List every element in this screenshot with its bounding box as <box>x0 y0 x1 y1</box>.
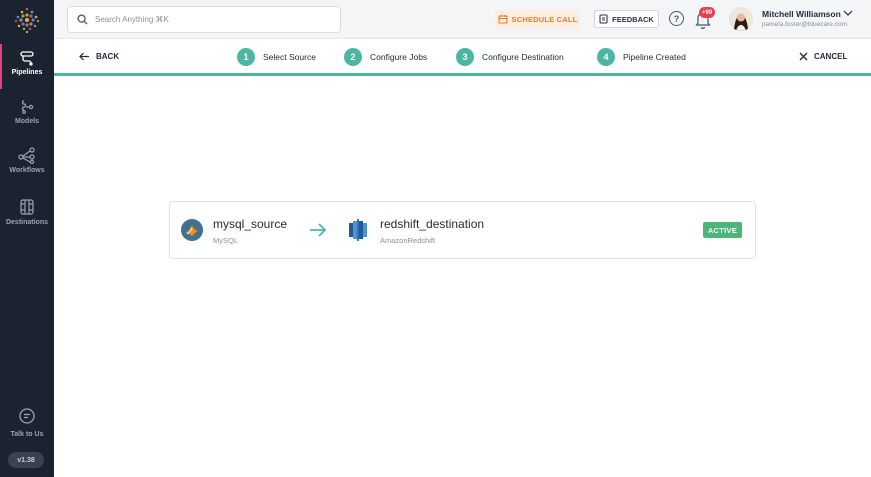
talk-to-us-label: Talk to Us <box>10 431 44 438</box>
top-bar: SCHEDULE CALL FEEDBACK ? +99 Mitchell Wi… <box>54 0 871 39</box>
status-badge: ACTIVE <box>703 222 742 238</box>
avatar-icon <box>729 7 753 31</box>
wizard-progress-line <box>54 73 871 76</box>
sidebar-item-label: Pipelines <box>11 69 43 76</box>
user-name[interactable]: Mitchell Williamson <box>762 9 841 19</box>
step-number: 3 <box>456 48 474 66</box>
step-label: Configure Destination <box>482 52 564 62</box>
feedback-label: FEEDBACK <box>612 14 654 24</box>
chevron-down-icon[interactable] <box>843 9 853 17</box>
step-number: 2 <box>344 48 362 66</box>
step-label: Configure Jobs <box>370 52 428 62</box>
sidebar: Pipelines Models Workflows Destinations … <box>0 0 54 477</box>
notification-count-badge: +99 <box>699 7 716 18</box>
app-logo-icon[interactable] <box>13 6 41 34</box>
models-icon <box>21 100 34 114</box>
search-box[interactable] <box>67 6 341 33</box>
back-button[interactable]: BACK <box>79 52 119 61</box>
wizard-step-3: 3 Configure Destination <box>456 48 564 66</box>
sidebar-item-destinations[interactable]: Destinations <box>0 198 54 226</box>
close-icon <box>799 52 808 61</box>
workflows-icon <box>18 147 35 164</box>
destinations-icon <box>20 199 34 215</box>
arrow-right-icon <box>310 223 327 237</box>
destination-type: AmazonRedshift <box>380 236 436 245</box>
avatar[interactable] <box>729 7 753 31</box>
pipeline-card[interactable]: mysql_source MySQL redshift_destination … <box>169 201 756 259</box>
cancel-label: CANCEL <box>814 52 848 61</box>
step-label: Select Source <box>263 52 316 62</box>
sidebar-item-label: Models <box>14 118 40 125</box>
version-badge: v1.38 <box>8 452 44 468</box>
talk-to-us-button[interactable]: Talk to Us <box>0 407 54 438</box>
step-label: Pipeline Created <box>623 52 686 62</box>
wizard-step-2: 2 Configure Jobs <box>344 48 427 66</box>
mysql-icon <box>181 219 203 241</box>
user-email: pamela.foster@bluecare.com <box>762 21 847 28</box>
back-label: BACK <box>96 52 120 61</box>
search-icon <box>77 14 88 25</box>
step-number: 1 <box>237 48 255 66</box>
sidebar-item-label: Workflows <box>9 167 45 174</box>
sidebar-item-workflows[interactable]: Workflows <box>0 146 54 174</box>
feedback-icon <box>599 14 608 24</box>
source-name: mysql_source <box>213 217 288 231</box>
wizard-bar: BACK 1 Select Source 2 Configure Jobs 3 … <box>54 39 871 75</box>
sidebar-item-models[interactable]: Models <box>0 99 54 125</box>
search-input[interactable] <box>95 15 295 24</box>
wizard-step-4: 4 Pipeline Created <box>597 48 686 66</box>
feedback-button[interactable]: FEEDBACK <box>594 10 659 28</box>
sidebar-item-label: Destinations <box>5 219 48 226</box>
arrow-left-icon <box>79 52 89 61</box>
schedule-call-button[interactable]: SCHEDULE CALL <box>495 10 580 28</box>
wizard-step-1: 1 Select Source <box>237 48 316 66</box>
pipelines-icon <box>20 51 34 66</box>
destination-name: redshift_destination <box>380 217 485 231</box>
calendar-icon <box>497 15 508 24</box>
source-type: MySQL <box>213 236 239 245</box>
help-icon[interactable]: ? <box>669 11 684 26</box>
chat-icon <box>19 408 35 424</box>
step-number: 4 <box>597 48 615 66</box>
cancel-button[interactable]: CANCEL <box>799 52 847 61</box>
sidebar-item-pipelines[interactable]: Pipelines <box>0 44 54 89</box>
redshift-icon <box>349 219 367 241</box>
schedule-call-label: SCHEDULE CALL <box>511 14 578 24</box>
